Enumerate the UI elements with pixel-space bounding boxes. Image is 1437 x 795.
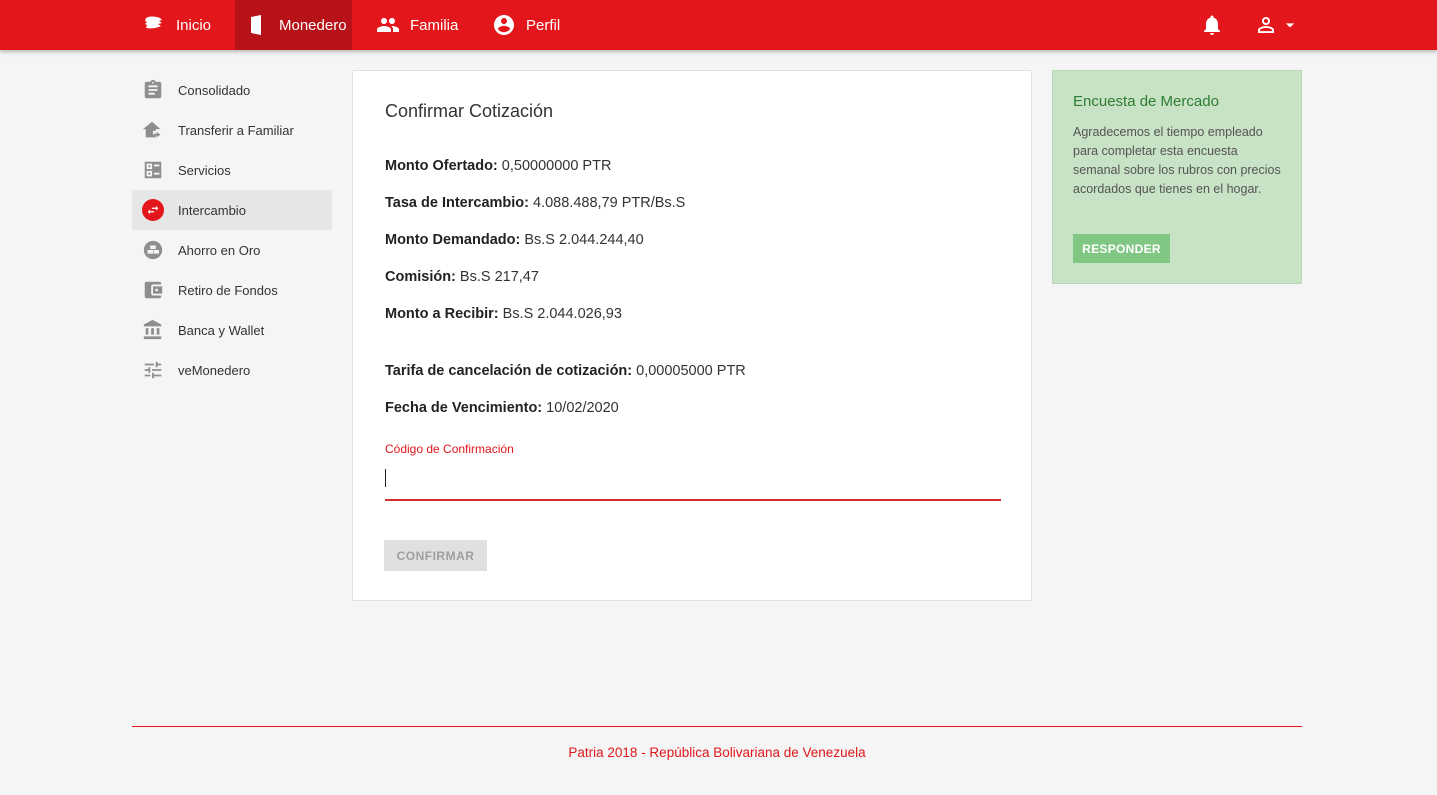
info-row-fecha-vencimiento: Fecha de Vencimiento: 10/02/2020 [385, 400, 619, 416]
swap-icon [147, 205, 159, 215]
sidebar-item-ahorro-oro[interactable]: Ahorro en Oro [132, 230, 332, 270]
nav-perfil[interactable]: Perfil [482, 0, 582, 50]
sidebar-item-label: Ahorro en Oro [178, 242, 261, 258]
info-row-monto-demandado: Monto Demandado: Bs.S 2.044.244,40 [385, 232, 644, 248]
sidebar-item-label: Consolidado [178, 82, 251, 98]
sidebar-item-label: Servicios [178, 162, 231, 178]
sliders-icon [144, 361, 162, 379]
card-title: Confirmar Cotización [385, 101, 554, 121]
sidebar-item-intercambio[interactable]: Intercambio [132, 190, 332, 230]
footer-divider [132, 726, 1302, 727]
info-row-monto-ofertado: Monto Ofertado: 0,50000000 PTR [385, 158, 611, 174]
info-label: Fecha de Vencimiento: [385, 400, 543, 416]
nav-inicio-label: Inicio [176, 16, 212, 34]
sidebar-item-label: Retiro de Fondos [178, 282, 278, 298]
info-value: 10/02/2020 [546, 400, 619, 416]
survey-text: Agradecemos el tiempo empleado para comp… [1073, 125, 1281, 196]
nav-familia[interactable]: Familia [366, 0, 476, 50]
info-value: Bs.S 2.044.244,40 [524, 232, 644, 248]
survey-title: Encuesta de Mercado [1073, 93, 1219, 110]
sidebar-item-banca[interactable]: Banca y Wallet [132, 310, 332, 350]
footer-text: Patria 2018 - República Bolivariana de V… [568, 745, 866, 760]
sidebar-item-label: veMonedero [178, 362, 251, 378]
respond-button[interactable]: RESPONDER [1073, 234, 1170, 263]
caret-down-icon [1285, 23, 1295, 28]
sidebar: Consolidado Transferir a Familiar Servic… [132, 70, 332, 390]
nav-familia-label: Familia [410, 16, 459, 34]
people-icon [377, 18, 399, 32]
info-row-tasa: Tasa de Intercambio: 4.088.488,79 PTR/Bs… [385, 195, 685, 211]
sidebar-item-label: Transferir a Familiar [178, 122, 294, 138]
bell-icon[interactable] [1200, 13, 1224, 37]
sidebar-item-servicios[interactable]: Servicios [132, 150, 332, 190]
clipboard-icon [144, 79, 162, 99]
wallet-book-icon [251, 15, 261, 35]
sidebar-item-label: Intercambio [178, 202, 246, 218]
sidebar-item-label: Banca y Wallet [178, 322, 265, 338]
user-menu[interactable] [1254, 13, 1300, 37]
text-cursor [385, 469, 386, 487]
info-row-tarifa-cancelacion: Tarifa de cancelación de cotización: 0,0… [385, 363, 746, 379]
info-label: Monto Ofertado: [385, 158, 498, 174]
info-value: 4.088.488,79 PTR/Bs.S [533, 195, 686, 211]
info-value: 0,50000000 PTR [501, 158, 612, 174]
confirmation-code-input[interactable] [385, 463, 1001, 501]
swap-icon-badge [142, 199, 164, 221]
info-label: Tasa de Intercambio: [385, 195, 529, 211]
nav-monedero-label: Monedero [279, 16, 347, 34]
info-row-monto-recibir: Monto a Recibir: Bs.S 2.044.026,93 [385, 306, 622, 322]
nav-perfil-label: Perfil [526, 16, 561, 34]
services-list-icon [144, 161, 162, 179]
info-label: Comisión: [385, 269, 456, 285]
bank-icon [143, 319, 162, 340]
info-row-comision: Comisión: Bs.S 217,47 [385, 269, 539, 285]
sidebar-item-vemonedero[interactable]: veMonedero [132, 350, 332, 390]
sidebar-item-consolidado[interactable]: Consolidado [132, 70, 332, 110]
patria-logo-icon [145, 16, 162, 29]
info-label: Monto a Recibir: [385, 306, 499, 322]
confirm-button[interactable]: CONFIRMAR [384, 540, 487, 571]
sidebar-item-transferir[interactable]: Transferir a Familiar [132, 110, 332, 150]
sidebar-item-retiro[interactable]: Retiro de Fondos [132, 270, 332, 310]
confirm-quote-card: Confirmar Cotización Monto Ofertado: 0,5… [352, 70, 1032, 601]
home-transfer-icon [142, 121, 161, 138]
account-circle-icon [494, 15, 514, 35]
info-value: Bs.S 217,47 [459, 269, 539, 285]
info-value: 0,00005000 PTR [636, 363, 746, 379]
confirmation-code-label: Código de Confirmación [385, 442, 514, 456]
info-label: Monto Demandado: [385, 232, 521, 248]
info-label: Tarifa de cancelación de cotización: [385, 363, 633, 379]
gold-bars-icon [143, 240, 163, 260]
nav-monedero[interactable]: Monedero [235, 0, 352, 50]
info-value: Bs.S 2.044.026,93 [502, 306, 622, 322]
market-survey-panel: Encuesta de Mercado Agradecemos el tiemp… [1052, 70, 1302, 284]
wallet-icon [144, 281, 163, 299]
user-outline-icon [1258, 17, 1274, 33]
nav-inicio[interactable]: Inicio [132, 0, 235, 50]
top-navbar: Inicio Monedero Familia Perfil [0, 0, 1437, 50]
